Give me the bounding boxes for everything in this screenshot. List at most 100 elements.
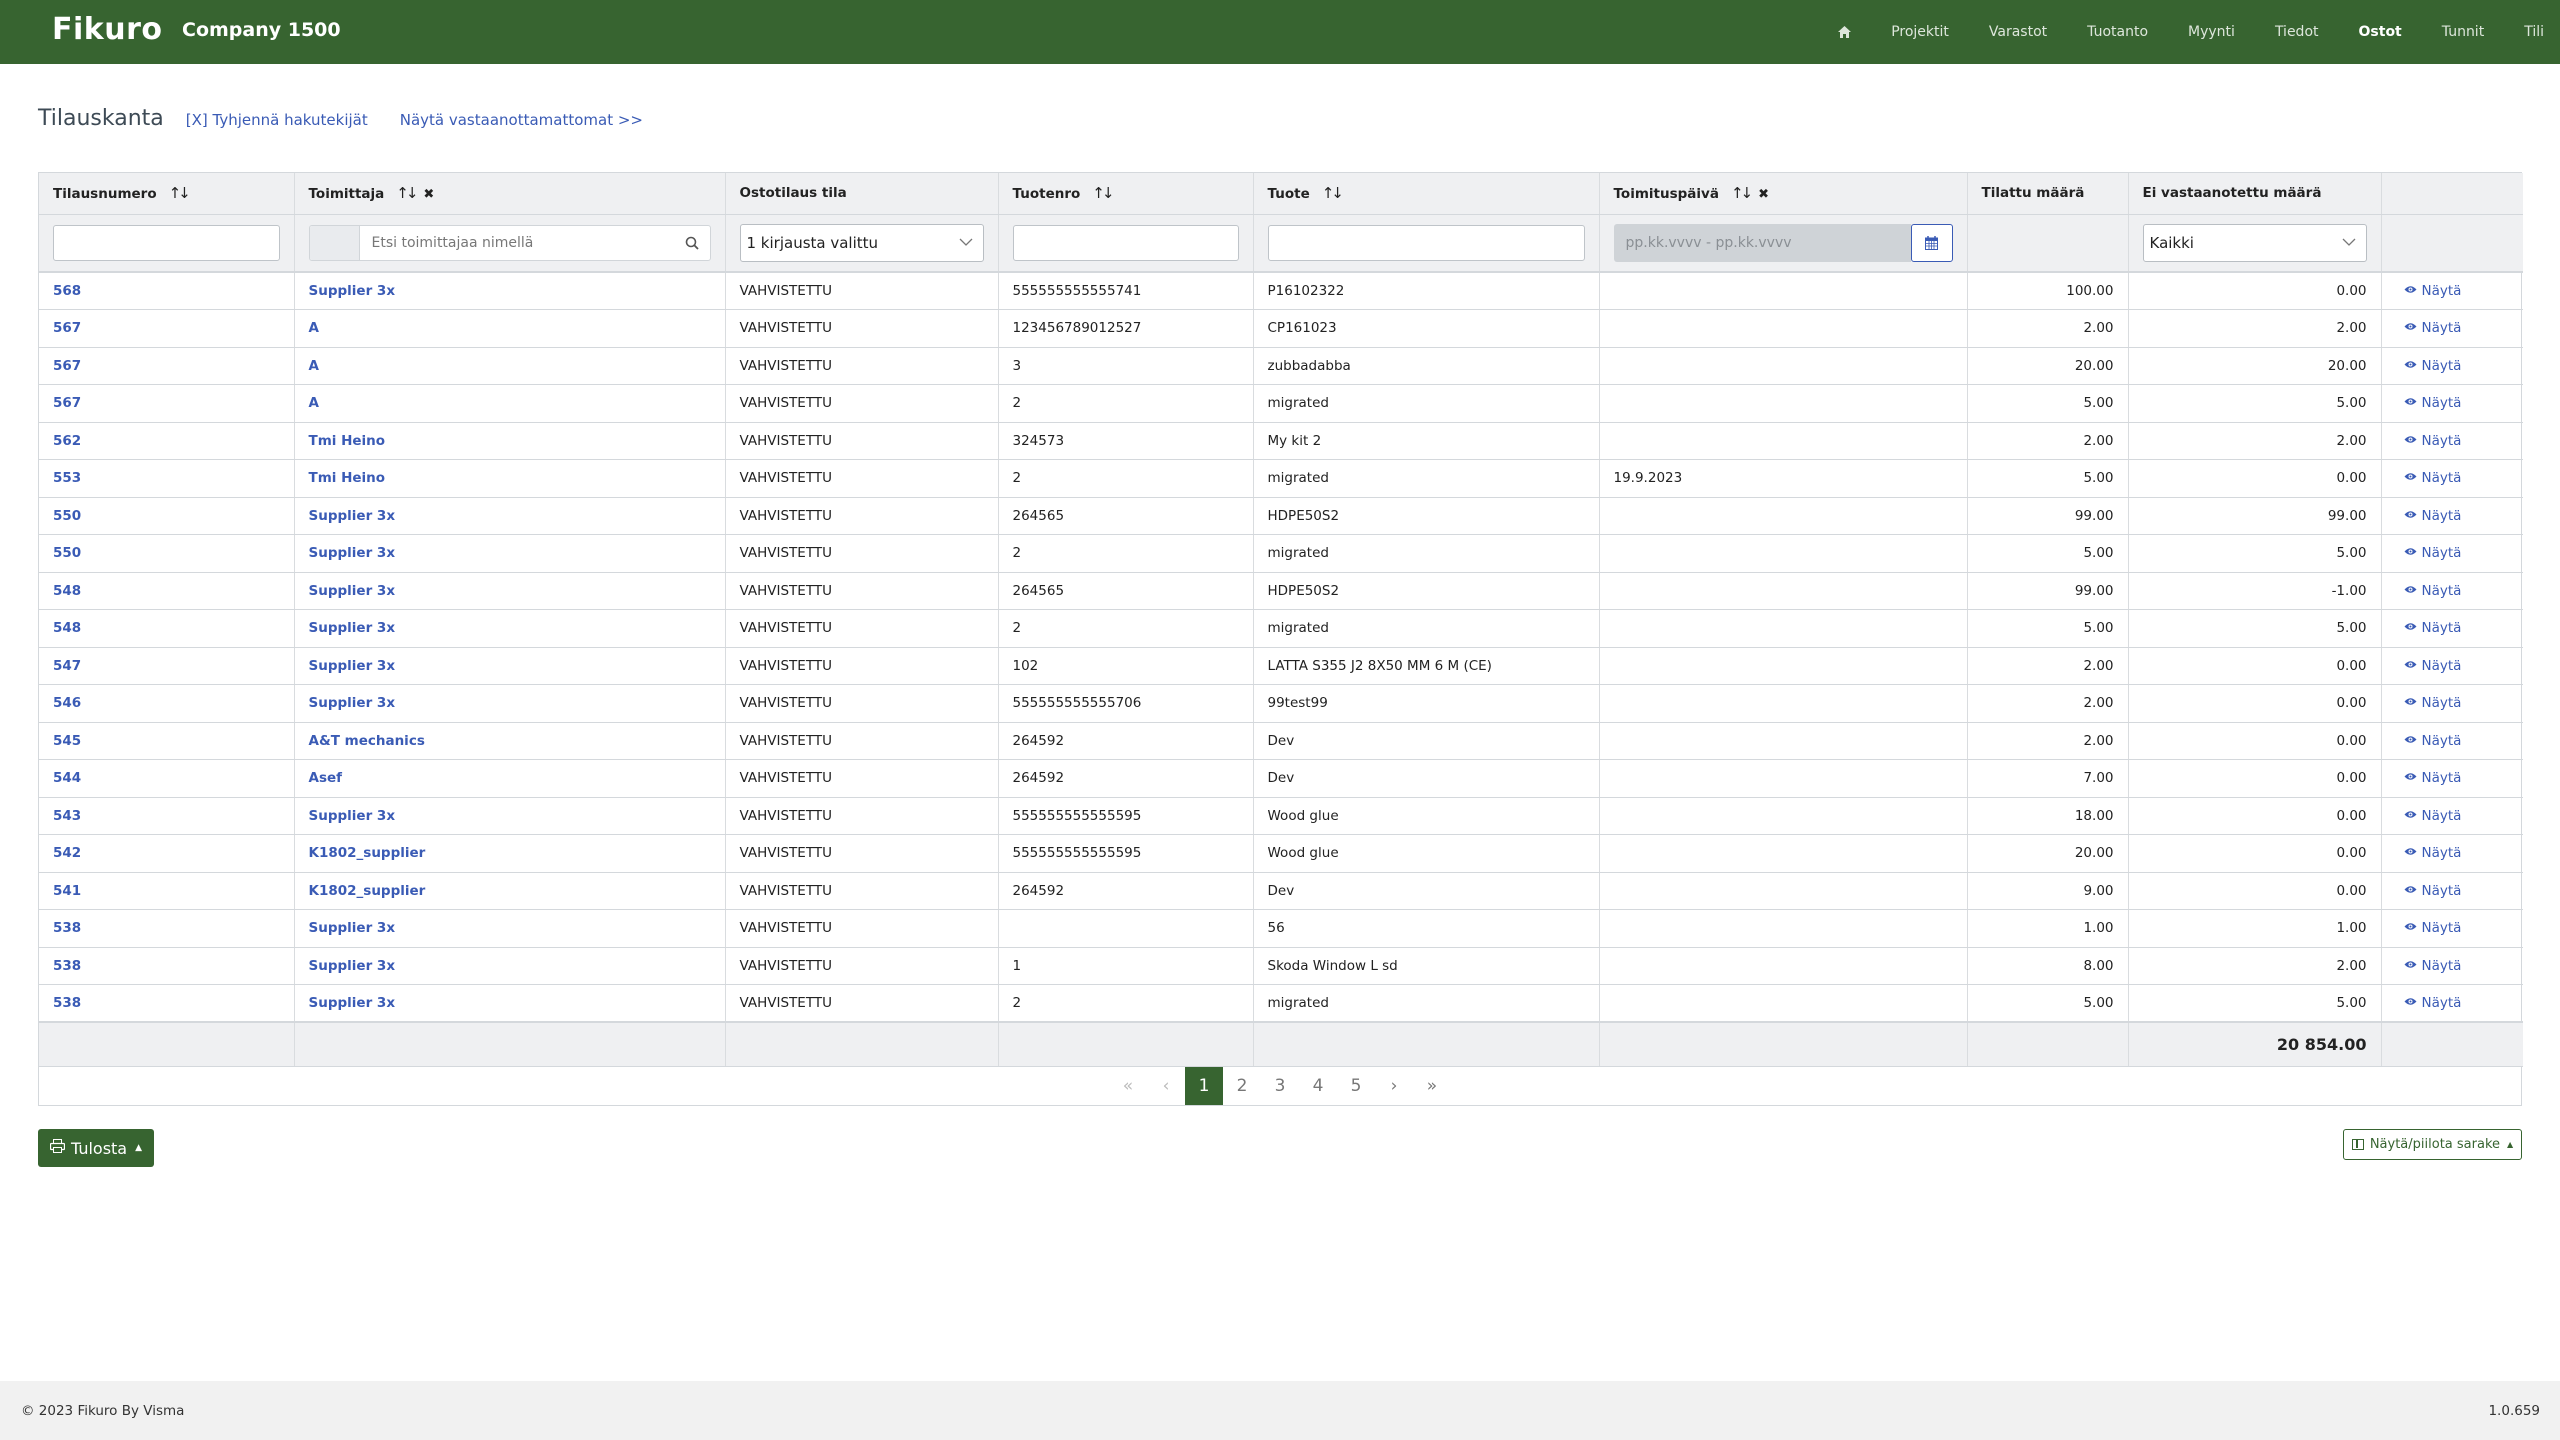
header-product-number[interactable]: Tuotenro ↑↓: [998, 173, 1254, 215]
page-2-button[interactable]: 2: [1223, 1067, 1261, 1105]
view-link[interactable]: Näytä: [2381, 534, 2523, 573]
supplier-search-placeholder[interactable]: Etsi toimittajaa nimellä: [360, 226, 674, 260]
view-link[interactable]: Näytä: [2381, 422, 2523, 460]
supplier-link[interactable]: Supplier 3x: [294, 647, 726, 685]
sort-icon[interactable]: ↑↓: [1092, 184, 1114, 202]
order-number-link[interactable]: 568: [39, 272, 295, 310]
order-number-filter-input[interactable]: [53, 224, 280, 261]
view-link[interactable]: Näytä: [2381, 722, 2523, 760]
supplier-link[interactable]: Asef: [294, 759, 726, 798]
order-number-link[interactable]: 567: [39, 309, 295, 348]
prev-page-button[interactable]: ‹: [1147, 1067, 1185, 1105]
supplier-link[interactable]: Supplier 3x: [294, 947, 726, 985]
toggle-columns-button[interactable]: Näytä/piilota sarake ▲: [2343, 1129, 2522, 1160]
page-1-button[interactable]: 1: [1185, 1066, 1223, 1105]
sort-icon[interactable]: ↑↓: [396, 184, 418, 202]
header-delivery-date[interactable]: Toimituspäivä ↑↓ ✖: [1599, 173, 1968, 215]
order-number-link[interactable]: 548: [39, 609, 295, 648]
calendar-button[interactable]: [1910, 223, 1953, 262]
supplier-link[interactable]: Supplier 3x: [294, 609, 726, 648]
page-5-button[interactable]: 5: [1337, 1067, 1375, 1105]
order-number-link[interactable]: 550: [39, 534, 295, 573]
clear-filters-link[interactable]: [X] Tyhjennä hakutekijät: [186, 111, 368, 129]
page-4-button[interactable]: 4: [1299, 1067, 1337, 1105]
supplier-link[interactable]: A&T mechanics: [294, 722, 726, 760]
sort-icon[interactable]: ↑↓: [1731, 184, 1753, 202]
company-name[interactable]: Company 1500: [182, 19, 341, 41]
supplier-link[interactable]: K1802_supplier: [294, 872, 726, 910]
supplier-link[interactable]: Supplier 3x: [294, 272, 726, 310]
supplier-link[interactable]: Supplier 3x: [294, 572, 726, 610]
nav-ostot[interactable]: Ostot: [2339, 0, 2422, 64]
supplier-link[interactable]: Supplier 3x: [294, 497, 726, 535]
nav-myynti[interactable]: Myynti: [2168, 0, 2255, 64]
supplier-link[interactable]: Supplier 3x: [294, 797, 726, 835]
nav-projektit[interactable]: Projektit: [1871, 0, 1969, 64]
order-number-link[interactable]: 550: [39, 497, 295, 535]
header-product[interactable]: Tuote ↑↓: [1253, 173, 1600, 215]
product-number-filter-input[interactable]: [1012, 224, 1239, 261]
nav-tunnit[interactable]: Tunnit: [2422, 0, 2504, 64]
view-link[interactable]: Näytä: [2381, 572, 2523, 610]
view-link[interactable]: Näytä: [2381, 272, 2523, 310]
delivery-date-range-input[interactable]: pp.kk.vvvv - pp.kk.vvvv: [1613, 223, 1911, 262]
nav-tuotanto[interactable]: Tuotanto: [2067, 0, 2168, 64]
view-link[interactable]: Näytä: [2381, 347, 2523, 385]
clear-sort-icon[interactable]: ✖: [1758, 187, 1769, 202]
order-number-link[interactable]: 545: [39, 722, 295, 760]
order-number-link[interactable]: 567: [39, 384, 295, 423]
order-number-link[interactable]: 538: [39, 984, 295, 1023]
brand-logo[interactable]: Fikuro: [52, 12, 163, 47]
supplier-link[interactable]: A: [294, 384, 726, 423]
last-page-button[interactable]: »: [1413, 1067, 1451, 1105]
view-link[interactable]: Näytä: [2381, 797, 2523, 835]
nav-tiedot[interactable]: Tiedot: [2255, 0, 2339, 64]
search-icon[interactable]: [674, 226, 710, 260]
view-link[interactable]: Näytä: [2381, 647, 2523, 685]
order-number-link[interactable]: 546: [39, 684, 295, 723]
print-button[interactable]: Tulosta ▲: [38, 1129, 154, 1167]
view-link[interactable]: Näytä: [2381, 909, 2523, 948]
nav-varastot[interactable]: Varastot: [1969, 0, 2067, 64]
header-order-number[interactable]: Tilausnumero ↑↓: [39, 173, 295, 215]
order-number-link[interactable]: 543: [39, 797, 295, 835]
view-link[interactable]: Näytä: [2381, 684, 2523, 723]
supplier-link[interactable]: Supplier 3x: [294, 909, 726, 948]
next-page-button[interactable]: ›: [1375, 1067, 1413, 1105]
view-link[interactable]: Näytä: [2381, 459, 2523, 498]
order-number-link[interactable]: 538: [39, 947, 295, 985]
order-number-link[interactable]: 562: [39, 422, 295, 460]
supplier-link[interactable]: Supplier 3x: [294, 684, 726, 723]
view-link[interactable]: Näytä: [2381, 984, 2523, 1023]
order-number-link[interactable]: 547: [39, 647, 295, 685]
supplier-link[interactable]: A: [294, 309, 726, 348]
supplier-link[interactable]: Supplier 3x: [294, 984, 726, 1023]
product-filter-input[interactable]: [1267, 224, 1585, 261]
show-unreceived-link[interactable]: Näytä vastaanottamattomat >>: [400, 111, 643, 129]
order-number-link[interactable]: 541: [39, 872, 295, 910]
view-link[interactable]: Näytä: [2381, 497, 2523, 535]
view-link[interactable]: Näytä: [2381, 609, 2523, 648]
sort-icon[interactable]: ↑↓: [169, 184, 191, 202]
view-link[interactable]: Näytä: [2381, 759, 2523, 798]
view-link[interactable]: Näytä: [2381, 309, 2523, 348]
view-link[interactable]: Näytä: [2381, 872, 2523, 910]
order-number-link[interactable]: 538: [39, 909, 295, 948]
order-number-link[interactable]: 553: [39, 459, 295, 498]
page-3-button[interactable]: 3: [1261, 1067, 1299, 1105]
supplier-link[interactable]: A: [294, 347, 726, 385]
order-number-link[interactable]: 542: [39, 834, 295, 873]
first-page-button[interactable]: «: [1109, 1067, 1147, 1105]
nav-tili[interactable]: Tili: [2504, 0, 2560, 64]
sort-icon[interactable]: ↑↓: [1322, 184, 1344, 202]
nav-home[interactable]: [1816, 0, 1871, 64]
supplier-link[interactable]: Tmi Heino: [294, 422, 726, 460]
supplier-link[interactable]: Supplier 3x: [294, 534, 726, 573]
clear-sort-icon[interactable]: ✖: [423, 187, 434, 202]
view-link[interactable]: Näytä: [2381, 834, 2523, 873]
supplier-link[interactable]: Tmi Heino: [294, 459, 726, 498]
view-link[interactable]: Näytä: [2381, 384, 2523, 423]
unreceived-filter-select[interactable]: Kaikki: [2142, 223, 2367, 262]
order-number-link[interactable]: 544: [39, 759, 295, 798]
status-filter-select[interactable]: 1 kirjausta valittu: [739, 223, 984, 262]
